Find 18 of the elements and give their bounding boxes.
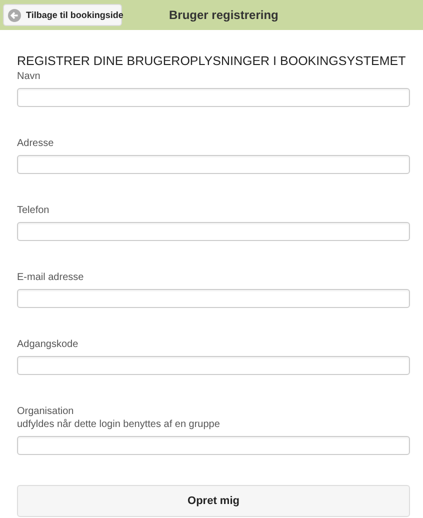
submit-button[interactable]: Opret mig <box>17 485 410 517</box>
input-field[interactable] <box>17 155 410 174</box>
field-label: Adgangskode <box>17 338 80 351</box>
back-arrow-icon <box>8 8 21 22</box>
input-field[interactable] <box>17 436 410 455</box>
field-hint: udfyldes når dette login benyttes af en gruppe <box>17 418 221 431</box>
back-button[interactable]: Tilbage til bookingside <box>3 4 122 26</box>
field-label: Organisation <box>17 405 75 418</box>
input-field[interactable] <box>17 88 410 107</box>
field-label: Adresse <box>17 137 55 150</box>
page-title: Bruger registrering <box>169 8 278 22</box>
input-field[interactable] <box>17 289 410 308</box>
field-label: E-mail adresse <box>17 271 85 284</box>
form-heading: REGISTRER DINE BRUGEROPLYSNINGER I BOOKINGSYSTEMET <box>17 54 407 68</box>
input-field[interactable] <box>17 222 410 241</box>
input-field[interactable] <box>17 356 410 375</box>
field-label: Telefon <box>17 204 50 217</box>
field-label: Navn <box>17 70 42 83</box>
